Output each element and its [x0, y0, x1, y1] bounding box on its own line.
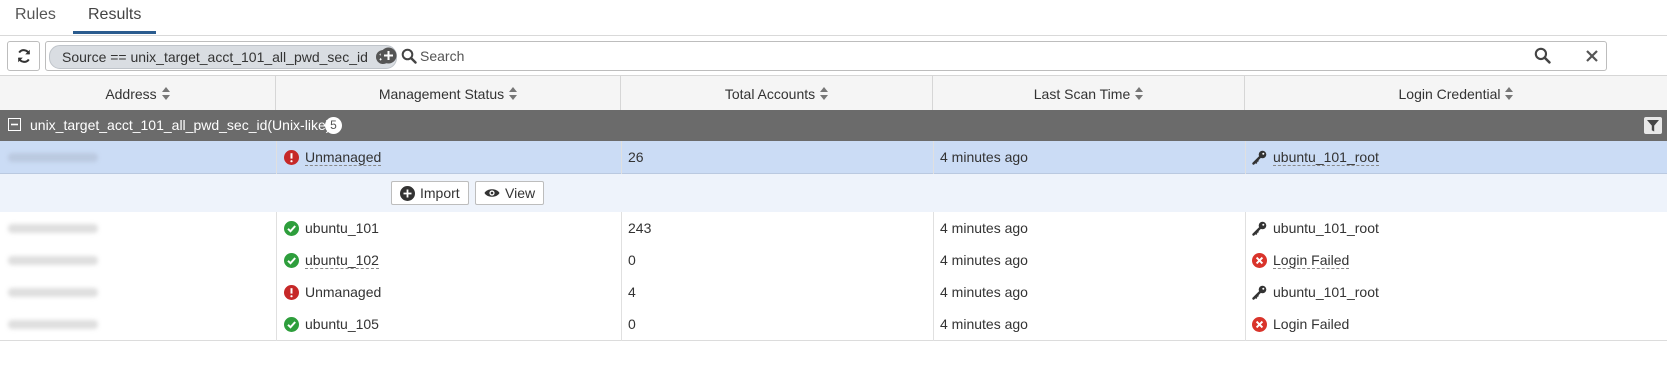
error-icon [1252, 316, 1267, 332]
table-row[interactable]: ubuntu_101 243 4 minutes ago ubuntu_101_… [0, 212, 1667, 245]
column-header-total-accounts[interactable]: Total Accounts [621, 76, 933, 111]
group-label: unix_target_acct_101_all_pwd_sec_id(Unix… [30, 117, 331, 133]
management-status-cell: Unmanaged [284, 141, 382, 173]
table-row[interactable]: ubuntu_105 0 4 minutes ago Login Failed [0, 308, 1667, 341]
error-icon [1252, 252, 1267, 268]
key-icon [1252, 221, 1267, 236]
group-count-badge: 5 [325, 117, 342, 134]
table-row[interactable]: Unmanaged 26 4 minutes ago ubuntu_101_ro… [0, 141, 1667, 174]
total-accounts-cell: 0 [628, 316, 636, 332]
group-filter-button[interactable] [1644, 117, 1662, 134]
column-divider [276, 212, 277, 341]
management-status-cell: ubuntu_102 [284, 244, 379, 276]
refresh-icon [17, 49, 30, 63]
key-icon [1252, 150, 1267, 165]
column-header-last-scan-time[interactable]: Last Scan Time [933, 76, 1245, 111]
check-circle-icon [284, 252, 299, 268]
last-scan-time-cell: 4 minutes ago [940, 284, 1028, 300]
management-status-text: Unmanaged [305, 284, 382, 300]
tab-rules[interactable]: Rules [15, 6, 56, 33]
table-row[interactable]: ubuntu_102 0 4 minutes ago Login Failed [0, 244, 1667, 278]
column-header-address[interactable]: Address [0, 76, 276, 111]
total-accounts-cell: 0 [628, 252, 636, 268]
warning-icon [284, 284, 299, 300]
management-status-cell: ubuntu_101 [284, 212, 379, 244]
total-accounts-cell: 4 [628, 284, 636, 300]
address-cell [8, 141, 98, 173]
credential-link[interactable]: Login Failed [1273, 252, 1350, 269]
add-circle-icon [400, 185, 415, 201]
table-row[interactable]: Unmanaged 4 4 minutes ago ubuntu_101_roo… [0, 276, 1667, 309]
column-divider [933, 212, 934, 341]
address-cell [8, 308, 98, 340]
refresh-button[interactable] [7, 41, 40, 71]
search-button[interactable] [1527, 41, 1558, 69]
management-status-text: ubuntu_101 [305, 220, 379, 236]
login-credential-cell: ubuntu_101_root [1252, 141, 1379, 173]
login-credential-cell: Login Failed [1252, 308, 1349, 340]
login-credential-cell: ubuntu_101_root [1252, 276, 1379, 308]
redacted-address [8, 223, 98, 233]
address-cell [8, 244, 98, 276]
credential-text: ubuntu_101_root [1273, 220, 1379, 236]
address-cell [8, 276, 98, 308]
last-scan-time-cell: 4 minutes ago [940, 220, 1028, 236]
credential-link[interactable]: ubuntu_101_root [1273, 149, 1379, 166]
check-circle-icon [284, 316, 299, 332]
management-status-link[interactable]: ubuntu_102 [305, 252, 379, 269]
view-button[interactable]: View [475, 181, 545, 205]
column-header-login-credential[interactable]: Login Credential [1245, 76, 1667, 111]
search-icon [401, 48, 417, 64]
last-scan-time-cell: 4 minutes ago [940, 149, 1028, 165]
login-credential-cell: ubuntu_101_root [1252, 212, 1379, 244]
column-divider [1245, 212, 1246, 341]
redacted-address [8, 255, 98, 265]
column-divider [621, 212, 622, 341]
check-circle-icon [284, 220, 299, 236]
address-cell [8, 212, 98, 244]
clear-search-icon[interactable] [1584, 48, 1600, 64]
column-divider [1245, 141, 1246, 174]
credential-text: ubuntu_101_root [1273, 284, 1379, 300]
redacted-address [8, 287, 98, 297]
column-divider [933, 141, 934, 174]
last-scan-time-cell: 4 minutes ago [940, 252, 1028, 268]
sort-icon [161, 87, 170, 100]
sort-icon [1135, 87, 1144, 100]
total-accounts-cell: 26 [628, 149, 644, 165]
column-divider [621, 141, 622, 174]
filter-search-box: Source == unix_target_acct_101_all_pwd_s… [45, 41, 1607, 71]
management-status-text: ubuntu_105 [305, 316, 379, 332]
import-button[interactable]: Import [391, 181, 469, 205]
add-filter-icon[interactable] [380, 47, 397, 64]
total-accounts-cell: 243 [628, 220, 652, 236]
warning-icon [284, 149, 299, 165]
column-header-management-status[interactable]: Management Status [276, 76, 621, 111]
filter-icon [1647, 119, 1659, 131]
sort-icon [1505, 87, 1514, 100]
search-icon [1534, 47, 1551, 64]
management-status-cell: Unmanaged [284, 276, 381, 308]
table-header: Address Management Status Total Accounts… [0, 75, 1667, 112]
group-row: unix_target_acct_101_all_pwd_sec_id(Unix… [0, 110, 1667, 141]
redacted-address [8, 319, 98, 329]
filter-chip-label: Source == unix_target_acct_101_all_pwd_s… [62, 49, 368, 65]
collapse-group-icon[interactable] [8, 118, 21, 131]
sort-icon [820, 87, 829, 100]
credential-text: Login Failed [1273, 316, 1350, 332]
key-icon [1252, 285, 1267, 300]
redacted-address [8, 152, 98, 162]
sort-icon [509, 87, 518, 100]
management-status-cell: ubuntu_105 [284, 308, 379, 340]
column-divider [276, 141, 277, 174]
tab-bar: Rules Results [0, 0, 1667, 36]
tab-results[interactable]: Results [73, 6, 157, 34]
search-input[interactable] [420, 45, 1420, 67]
login-credential-cell: Login Failed [1252, 244, 1350, 276]
last-scan-time-cell: 4 minutes ago [940, 316, 1028, 332]
row-actions-panel: Import View [0, 174, 1667, 213]
filter-chip[interactable]: Source == unix_target_acct_101_all_pwd_s… [49, 45, 397, 69]
management-status-link[interactable]: Unmanaged [305, 149, 382, 166]
eye-icon [484, 189, 500, 197]
